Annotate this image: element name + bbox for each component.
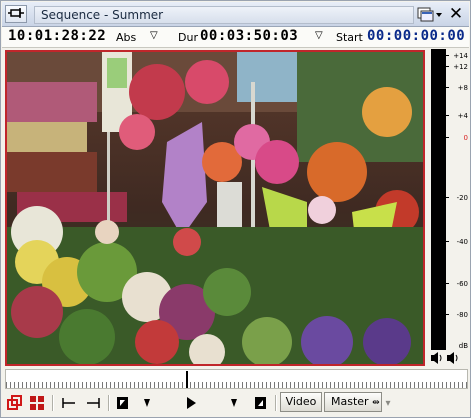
go-to-out-icon [87,398,100,408]
toolbar-separator [52,395,54,411]
meter-label: +14 [453,52,468,60]
window-title: Sequence - Summer [34,6,414,24]
video-frame [7,52,423,364]
meter-label: -20 [456,194,468,202]
multicam-grid-icon [30,396,44,410]
chevron-down-icon: ▾ [385,397,391,409]
meter-bar [431,54,446,350]
video-button[interactable]: Video [280,392,322,412]
position-mode-label: Abs [116,31,137,44]
dropdown-icon: ▽ [315,30,323,41]
meter-label: -40 [456,238,468,246]
meter-label: +4 [457,112,468,120]
scrub-bar[interactable] [5,369,468,389]
mark-in-icon [117,397,128,409]
go-to-in-button[interactable] [60,393,78,413]
multicam-grid-button[interactable] [28,393,46,413]
toolbar-overflow-button[interactable]: ▾ [382,393,394,413]
duration-timecode[interactable]: 00:03:50:03 [200,28,298,44]
transport-toolbar: Video Master ⇹ ▾ [2,390,469,416]
mark-in-button[interactable] [115,393,131,413]
toolbar-separator [108,395,110,411]
toolbar-separator [275,395,277,411]
next-frame-button[interactable] [226,393,242,413]
go-to-in-icon [62,398,75,408]
master-label: Master [331,395,369,408]
meter-unit: dB [458,342,468,350]
close-icon: ✕ [448,4,464,24]
meter-label: +8 [457,84,468,92]
window-menu-icon [417,7,442,22]
title-bar: Sequence - Summer ✕ [2,2,469,27]
timecode-bar: 10:01:28:22 Abs ▽ Dur 00:03:50:03 ▽ Star… [2,27,469,48]
safe-area-icon [7,395,22,410]
duration-dropdown[interactable]: ▽ [315,30,323,41]
close-button[interactable]: ✕ [446,5,466,24]
position-timecode[interactable]: 10:01:28:22 [8,28,106,44]
speaker-icon[interactable] [431,352,442,364]
pin-icon [8,8,24,18]
duration-label: Dur [178,31,198,44]
sequence-window: Sequence - Summer ✕ 10:01:28:22 Abs ▽ Du… [0,0,471,418]
start-label: Start [336,31,363,44]
speaker-controls [431,352,458,364]
mark-out-icon [255,397,266,409]
dropdown-icon: ▽ [150,30,158,41]
meter-label: -60 [456,280,468,288]
next-frame-icon [231,399,237,407]
scrub-ticks [6,382,467,388]
playhead[interactable] [186,371,188,388]
master-button[interactable]: Master ⇹ [324,392,382,412]
meter-label: +12 [453,63,468,71]
safe-area-button[interactable] [6,393,24,413]
meter-label-zero: 0 [463,134,468,142]
window-menu-button[interactable] [416,5,444,24]
master-split-icon: ⇹ [372,398,380,408]
prev-frame-button[interactable] [139,393,155,413]
video-preview[interactable] [5,50,425,366]
prev-frame-icon [144,399,150,407]
mark-out-button[interactable] [253,393,269,413]
audio-meter: +14 +12 +8 +4 0 -20 -40 -60 -80 dB [429,49,469,366]
meter-label: -80 [456,311,468,319]
go-to-out-button[interactable] [84,393,102,413]
play-button[interactable] [182,393,200,413]
position-mode-dropdown[interactable]: ▽ [150,30,158,41]
start-timecode[interactable]: 00:00:00:00 [367,28,465,44]
pin-button[interactable] [5,5,27,23]
play-icon [187,397,196,409]
speaker-mute-icon[interactable] [447,352,458,364]
